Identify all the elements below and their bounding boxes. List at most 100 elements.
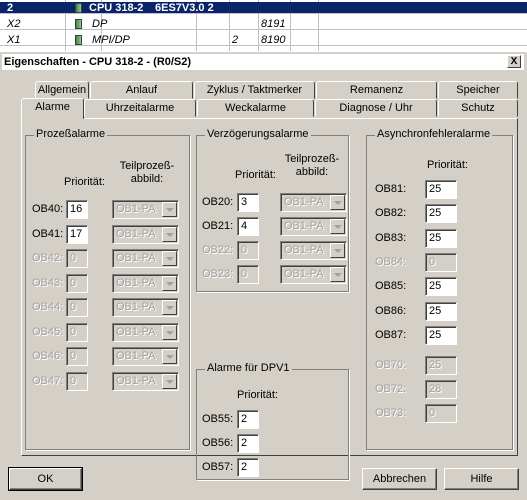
- chevron-down-icon: [162, 349, 177, 364]
- tab-uhrzeitalarme[interactable]: Uhrzeitalarme: [84, 99, 196, 117]
- table-row[interactable]: X2 DP 8191: [0, 18, 527, 30]
- cancel-button[interactable]: Abbrechen: [362, 468, 437, 490]
- teilprozess-value: OB1-PA: [116, 325, 156, 338]
- priority-input: 0: [66, 298, 88, 317]
- priority-input: 28: [425, 380, 457, 399]
- hardware-table: 2 CPU 318-2 6ES7V3.0 2 X2 DP 8191 X1 MPI…: [0, 0, 527, 51]
- priority-input: 25: [425, 356, 457, 375]
- ob-label: OB84:: [375, 256, 407, 268]
- table-row[interactable]: 2 CPU 318-2 6ES7V3.0 2: [0, 2, 527, 14]
- priority-input[interactable]: 2: [237, 458, 259, 477]
- module-icon: [75, 18, 82, 30]
- teilprozess-select: OB1-PA: [112, 371, 179, 391]
- tab-anlauf[interactable]: Anlauf: [90, 81, 193, 99]
- tab-speicher[interactable]: Speicher: [438, 81, 518, 99]
- priority-input: 0: [425, 404, 457, 423]
- priority-input[interactable]: 25: [425, 277, 457, 296]
- slot-cell: X2: [7, 18, 21, 30]
- priority-input: 0: [66, 371, 88, 391]
- prozessalarme-group: Prozeßalarme Priorität: Teilprozeß-abbil…: [25, 128, 190, 450]
- teilprozess-header: Teilprozeß-abbild:: [284, 153, 340, 178]
- chevron-down-icon: [330, 267, 345, 282]
- slot-cell: 2: [7, 2, 14, 14]
- chevron-down-icon: [162, 226, 177, 242]
- priority-input: 0: [66, 347, 88, 366]
- teilprozess-value: OB1-PA: [116, 301, 156, 313]
- teilprozess-value: OB1-PA: [116, 350, 156, 362]
- tab-allgemein[interactable]: Allgemein: [35, 81, 89, 99]
- teilprozess-value: OB1-PA: [116, 227, 156, 240]
- prio-header: Priorität:: [427, 159, 468, 171]
- chevron-down-icon: [330, 243, 345, 258]
- ob-label: OB73:: [375, 407, 407, 419]
- dpv1-group: Alarme für DPV1 Priorität: OB55: 2 OB56: 2 O…: [196, 362, 349, 480]
- ob-label: OB40:: [32, 203, 64, 215]
- chevron-down-icon: [162, 275, 177, 291]
- asynchronfehleralarme-group: Asynchronfehleralarme Priorität: OB81: 25…: [366, 128, 513, 450]
- priority-input[interactable]: 25: [425, 326, 457, 345]
- priority-input[interactable]: 17: [66, 224, 88, 244]
- teilprozess-select: OB1-PA: [112, 200, 179, 219]
- ob-label: OB56:: [202, 437, 234, 449]
- ob-label: OB70:: [375, 359, 407, 371]
- chevron-down-icon: [330, 219, 345, 234]
- table-row[interactable]: X1 MPI/DP 2 8190: [0, 34, 527, 46]
- ob-label: OB86:: [375, 305, 407, 317]
- priority-input[interactable]: 25: [425, 204, 457, 223]
- module-name-cell: DP: [92, 18, 108, 30]
- tab-remanenz[interactable]: Remanenz: [316, 81, 437, 99]
- teilprozess-select: OB1-PA: [112, 273, 179, 293]
- teilprozess-select: OB1-PA: [112, 347, 179, 366]
- prio-header: Priorität:: [235, 169, 276, 181]
- priority-input[interactable]: 25: [425, 302, 457, 321]
- tab-schutz[interactable]: Schutz: [438, 99, 518, 117]
- address-cell: 8191: [261, 18, 286, 30]
- tab-weckalarme[interactable]: Weckalarme: [197, 99, 314, 117]
- teilprozess-select: OB1-PA: [280, 265, 347, 284]
- tab-zyklus-taktmerker[interactable]: Zyklus / Taktmerker: [194, 81, 315, 99]
- slot-cell: X1: [7, 34, 21, 46]
- teilprozess-select: OB1-PA: [112, 249, 179, 268]
- verzoegerungsalarme-title: Verzögerungsalarme: [205, 128, 311, 140]
- order-cell: 6ES7V3.0 2: [155, 2, 214, 14]
- priority-input: 0: [66, 322, 88, 342]
- priority-input[interactable]: 3: [237, 193, 259, 212]
- ob-label: OB83:: [375, 232, 407, 244]
- chevron-down-icon: [162, 202, 177, 217]
- prio-header: Priorität:: [237, 389, 278, 401]
- help-button[interactable]: Hilfe: [444, 468, 519, 490]
- verzoegerungsalarme-group: Verzögerungsalarme Priorität: Teilprozeß…: [196, 128, 349, 292]
- priority-input[interactable]: 2: [237, 434, 259, 453]
- ok-button[interactable]: OK: [8, 467, 83, 491]
- dpv1-title: Alarme für DPV1: [205, 362, 292, 374]
- prio-header: Priorität:: [64, 176, 105, 188]
- teilprozess-value: OB1-PA: [116, 203, 156, 215]
- tab-diagnose-uhr[interactable]: Diagnose / Uhr: [315, 99, 437, 117]
- tab-alarme[interactable]: Alarme: [21, 98, 84, 119]
- priority-input[interactable]: 16: [66, 200, 88, 219]
- teilprozess-select: OB1-PA: [280, 241, 347, 260]
- ob-label: OB87:: [375, 329, 407, 341]
- teilprozess-value: OB1-PA: [284, 268, 324, 280]
- dialog-title: Eigenschaften - CPU 318-2 - (R0/S2): [4, 56, 192, 68]
- teilprozess-value: OB1-PA: [284, 196, 324, 208]
- properties-dialog: Eigenschaften - CPU 318-2 - (R0/S2) X Al…: [0, 51, 527, 500]
- priority-input[interactable]: 4: [237, 217, 259, 236]
- priority-input[interactable]: 25: [425, 180, 457, 199]
- priority-input[interactable]: 2: [237, 410, 259, 429]
- ob-label: OB41:: [32, 227, 64, 240]
- ob-label: OB85:: [375, 280, 407, 292]
- teilprozess-value: OB1-PA: [284, 220, 324, 232]
- module-icon: [75, 2, 82, 14]
- chevron-down-icon: [162, 373, 177, 389]
- priority-input: 0: [237, 265, 259, 284]
- ob-label: OB57:: [202, 461, 234, 473]
- mpi-cell: 2: [232, 34, 239, 46]
- ob-label: OB82:: [375, 207, 407, 219]
- priority-input[interactable]: 25: [425, 229, 457, 248]
- ob-label: OB43:: [32, 276, 64, 289]
- ob-label: OB42:: [32, 252, 64, 264]
- ob-label: OB55:: [202, 413, 234, 425]
- ob-label: OB47:: [32, 374, 64, 387]
- close-button[interactable]: X: [507, 55, 521, 68]
